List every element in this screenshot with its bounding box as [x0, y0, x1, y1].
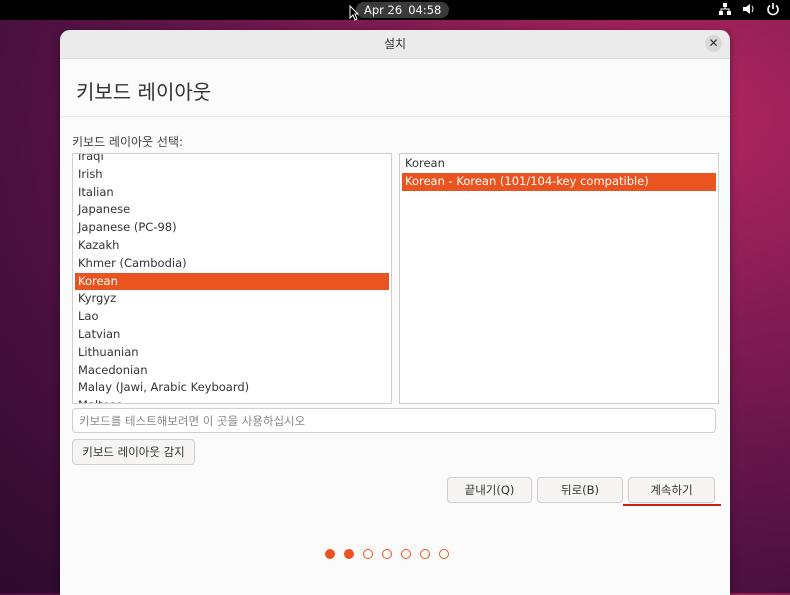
- progress-dot: [344, 549, 354, 559]
- layout-item[interactable]: Iraqi: [75, 154, 389, 166]
- layout-item[interactable]: Japanese (PC-98): [75, 219, 389, 237]
- progress-dot: [363, 549, 373, 559]
- layout-item[interactable]: Kyrgyz: [75, 290, 389, 308]
- layout-item[interactable]: Italian: [75, 184, 389, 202]
- continue-highlight-underline: [623, 504, 721, 506]
- progress-dot: [439, 549, 449, 559]
- layout-item[interactable]: Korean: [75, 272, 389, 291]
- layout-item[interactable]: Kazakh: [75, 237, 389, 255]
- progress-dots: [325, 549, 449, 559]
- layout-item[interactable]: Macedonian: [75, 362, 389, 380]
- layout-item[interactable]: Lithuanian: [75, 344, 389, 362]
- layout-item[interactable]: Irish: [75, 166, 389, 184]
- system-tray[interactable]: [718, 2, 780, 16]
- layout-item[interactable]: Japanese: [75, 201, 389, 219]
- top-bar: Apr 26 04:58: [0, 0, 790, 21]
- volume-icon: [742, 2, 756, 16]
- power-icon: [766, 2, 780, 16]
- clock[interactable]: Apr 26 04:58: [356, 2, 450, 18]
- close-button[interactable]: ✕: [705, 35, 722, 52]
- variant-item[interactable]: Korean - Korean (101/104-key compatible): [402, 172, 716, 191]
- keyboard-test-input[interactable]: 키보드를 테스트해보려면 이 곳을 사용하십시오: [72, 408, 716, 433]
- layout-item[interactable]: Latvian: [75, 326, 389, 344]
- divider: [60, 116, 730, 117]
- layout-item[interactable]: Malay (Jawi, Arabic Keyboard): [75, 379, 389, 397]
- detect-layout-button[interactable]: 키보드 레이아웃 감지: [72, 439, 195, 465]
- layout-item[interactable]: Khmer (Cambodia): [75, 255, 389, 273]
- installer-window: 설치 ✕ 키보드 레이아웃 키보드 레이아웃 선택: Iraqi Irish Ita…: [60, 30, 730, 595]
- clock-time: 04:58: [408, 3, 442, 17]
- progress-dot: [420, 549, 430, 559]
- layout-prompt: 키보드 레이아웃 선택:: [72, 135, 184, 149]
- progress-dot: [401, 549, 411, 559]
- layout-item[interactable]: Lao: [75, 308, 389, 326]
- variant-item[interactable]: Korean: [402, 155, 716, 173]
- close-icon: ✕: [708, 36, 719, 50]
- layout-list[interactable]: Iraqi Irish Italian Japanese Japanese (PC-98…: [72, 153, 392, 404]
- network-icon: [718, 2, 732, 16]
- progress-dot: [382, 549, 392, 559]
- progress-dot: [325, 549, 335, 559]
- clock-date: Apr 26: [364, 3, 403, 17]
- title-bar: 설치 ✕: [60, 30, 730, 59]
- layout-item[interactable]: Maltese: [75, 397, 389, 403]
- page-title: 키보드 레이아웃: [76, 80, 212, 104]
- mouse-cursor-icon: [349, 5, 359, 21]
- back-button[interactable]: 뒤로(B): [537, 477, 623, 503]
- continue-button[interactable]: 계속하기: [628, 477, 715, 503]
- window-title: 설치: [383, 37, 407, 51]
- variant-list[interactable]: Korean Korean - Korean (101/104-key compa…: [399, 153, 719, 404]
- quit-button[interactable]: 끝내기(Q): [447, 477, 532, 503]
